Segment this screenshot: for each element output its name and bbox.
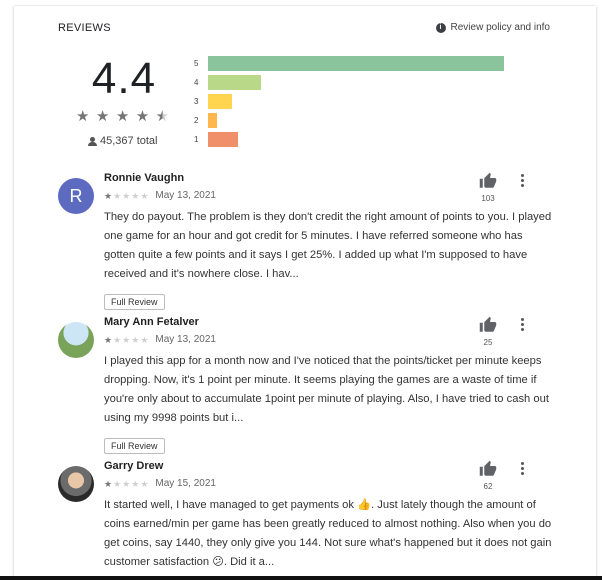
thumbs-up-icon — [479, 172, 497, 188]
more-options-button[interactable] — [520, 318, 526, 333]
histogram-label: 4 — [194, 78, 199, 87]
avatar: R — [58, 178, 94, 214]
star-empty-icon: ★ — [113, 190, 122, 201]
more-options-button[interactable] — [520, 462, 526, 477]
star-icon: ★ — [115, 108, 130, 125]
histogram-row: 3 — [194, 94, 514, 113]
average-rating: 4.4 — [91, 54, 157, 103]
histogram-row: 5 — [194, 56, 514, 75]
star-empty-icon: ★ — [140, 190, 149, 201]
thumbs-up-button[interactable] — [478, 460, 498, 483]
average-stars: ★ ★ ★ ★ ★ — [76, 108, 171, 126]
review-author: Mary Ann Fetalver — [104, 316, 199, 328]
thumbs-up-icon — [479, 460, 497, 476]
review-card: Mary Ann Fetalver ★ ★ ★ ★ ★ May 13, 2021… — [58, 316, 558, 456]
star-empty-icon: ★ — [122, 478, 131, 489]
rating-summary: 4.4 — [74, 56, 174, 102]
histogram-row: 4 — [194, 75, 514, 94]
review-text: They do payout. The problem is they don'… — [104, 211, 552, 280]
histogram-label: 5 — [194, 59, 199, 68]
thumbs-up-button[interactable] — [478, 316, 498, 339]
star-icon: ★ — [104, 190, 113, 201]
star-icon: ★ — [95, 108, 110, 125]
reviews-title: REVIEWS — [58, 22, 111, 34]
histogram-bar — [208, 94, 232, 109]
histogram-bar — [208, 56, 504, 71]
more-options-button[interactable] — [520, 174, 526, 189]
full-review-button[interactable]: Full Review — [104, 294, 165, 310]
histogram-label: 1 — [194, 135, 199, 144]
star-empty-icon: ★ — [122, 190, 131, 201]
star-empty-icon: ★ — [113, 478, 122, 489]
person-icon — [88, 136, 97, 146]
info-icon: i — [435, 22, 446, 33]
star-empty-icon: ★ — [140, 334, 149, 345]
star-icon: ★ — [104, 334, 113, 345]
review-author: Ronnie Vaughn — [104, 172, 185, 184]
review-meta: ★ ★ ★ ★ ★ May 13, 2021 — [104, 190, 216, 201]
star-empty-icon: ★ — [131, 334, 140, 345]
helpful-count: 103 — [481, 194, 495, 203]
avatar — [58, 466, 94, 502]
star-empty-icon: ★ — [131, 478, 140, 489]
review-card: Garry Drew ★ ★ ★ ★ ★ May 15, 2021 62 It … — [58, 460, 558, 576]
full-review-button[interactable]: Full Review — [104, 438, 165, 454]
total-ratings: 45,367 total — [88, 135, 158, 147]
star-empty-icon: ★ — [122, 334, 131, 345]
reviews-header: REVIEWS i Review policy and info — [58, 22, 550, 38]
review-date: May 13, 2021 — [155, 334, 216, 345]
review-policy-link[interactable]: i Review policy and info — [435, 22, 551, 33]
rating-histogram: 5 4 3 2 1 — [194, 56, 514, 151]
star-icon: ★ — [104, 478, 113, 489]
more-icon — [521, 462, 524, 465]
review-text: I played this app for a month now and I'… — [104, 355, 549, 424]
review-policy-label: Review policy and info — [450, 22, 551, 33]
review-author: Garry Drew — [104, 460, 164, 472]
total-ratings-text: 45,367 total — [100, 135, 158, 147]
review-meta: ★ ★ ★ ★ ★ May 13, 2021 — [104, 334, 216, 345]
histogram-bar — [208, 75, 261, 90]
star-empty-icon: ★ — [140, 478, 149, 489]
review-text: It started well, I have managed to get p… — [104, 499, 552, 568]
star-empty-icon: ★ — [113, 334, 122, 345]
review-card: R Ronnie Vaughn ★ ★ ★ ★ ★ May 13, 2021 1… — [58, 172, 558, 312]
avatar — [58, 322, 94, 358]
review-date: May 15, 2021 — [155, 478, 216, 489]
histogram-bar — [208, 113, 217, 128]
star-icon: ★ — [76, 108, 90, 125]
star-icon: ★ — [135, 108, 150, 125]
histogram-row: 1 — [194, 132, 514, 151]
review-date: May 13, 2021 — [155, 190, 216, 201]
more-icon — [521, 318, 524, 321]
helpful-count: 25 — [483, 338, 493, 347]
histogram-row: 2 — [194, 113, 514, 132]
thumbs-up-button[interactable] — [478, 172, 498, 195]
more-icon — [521, 174, 524, 177]
thumbs-up-icon — [479, 316, 497, 332]
half-star-icon: ★ — [155, 108, 170, 125]
histogram-label: 2 — [194, 116, 199, 125]
helpful-count: 62 — [483, 482, 493, 491]
bottom-edge — [0, 576, 602, 580]
histogram-bar — [208, 132, 238, 147]
review-meta: ★ ★ ★ ★ ★ May 15, 2021 — [104, 478, 216, 489]
histogram-label: 3 — [194, 97, 199, 106]
star-empty-icon: ★ — [131, 190, 140, 201]
